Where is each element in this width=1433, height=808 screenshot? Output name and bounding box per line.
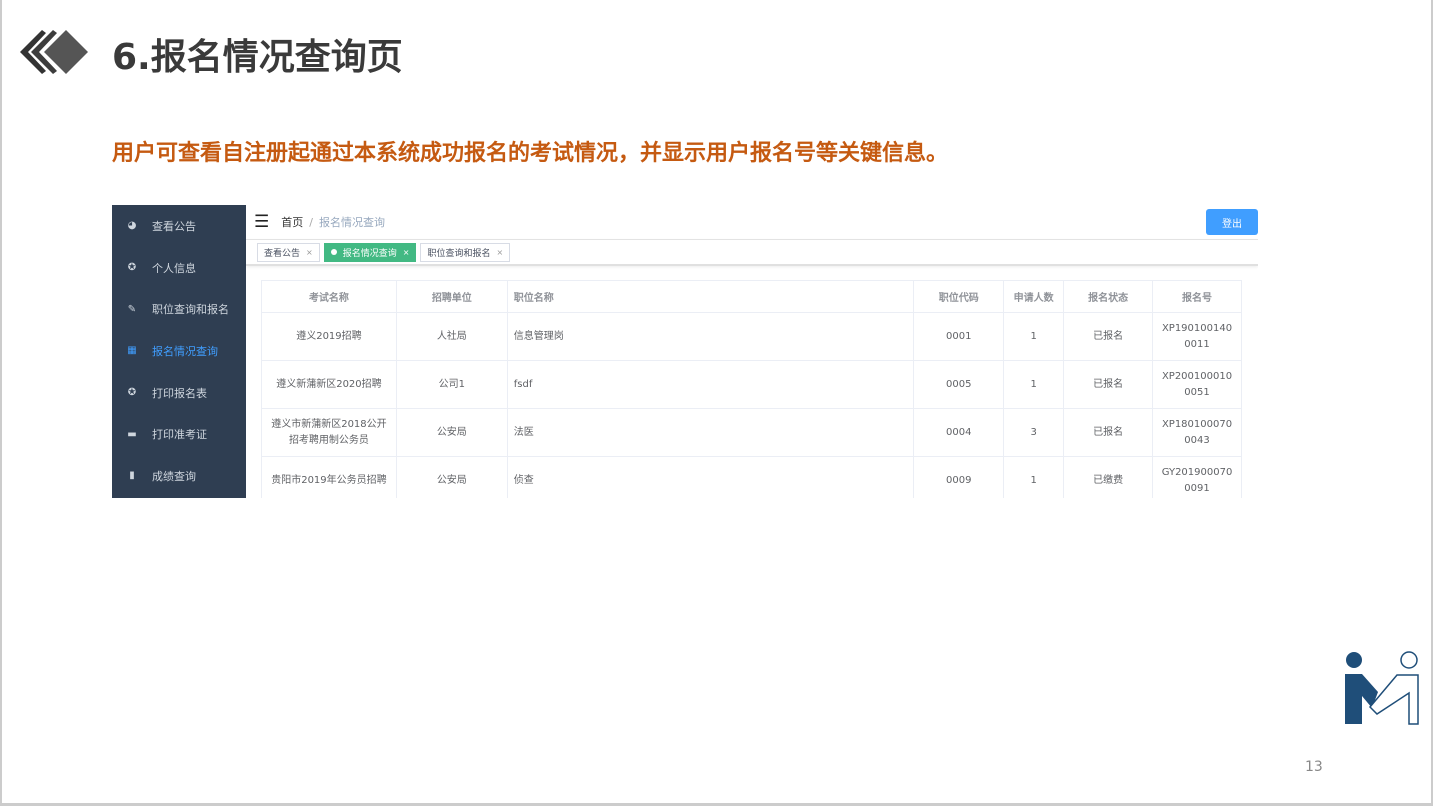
sidebar-item-label: 打印准考证 — [152, 428, 207, 442]
column-header: 职位代码 — [913, 280, 1005, 313]
tab-job-search[interactable]: 职位查询和报名 × — [420, 242, 511, 262]
table-row: 贵阳市2019年公务员招聘 公安局 侦查 0009 1 已缴费 GY201900070009… — [261, 456, 1242, 498]
table-cell: 1 — [1003, 456, 1065, 498]
lifebuoy-icon: ✪ — [127, 262, 137, 274]
breadcrumb-home[interactable]: 首页 — [281, 214, 303, 230]
table-cell: 遵义2019招聘 — [261, 312, 397, 361]
table-cell: 公司1 — [395, 360, 508, 409]
dashboard-icon: ◕ — [127, 220, 137, 232]
table-cell: 0001 — [913, 312, 1005, 361]
grid-icon: ▦ — [127, 345, 137, 357]
slide: 6.报名情况查询页 用户可查看自注册起通过本系统成功报名的考试情况，并显示用户报… — [0, 0, 1433, 806]
table-cell: 0009 — [913, 456, 1005, 498]
table-cell: 遵义新蒲新区2020招聘 — [261, 360, 397, 409]
topbar: ☰ 首页 / 报名情况查询 登出 — [246, 205, 1258, 240]
sidebar-item-announcements[interactable]: ◕ 查看公告 — [112, 205, 246, 247]
tab-label: 报名情况查询 — [342, 248, 397, 259]
sidebar: ◕ 查看公告 ✪ 个人信息 ✎ 职位查询和报名 ▦ 报名情况查询 ✪ 打印报名表 ▬ 打印准… — [112, 205, 246, 498]
registration-table: 考试名称 招聘单位 职位名称 职位代码 申请人数 报名状态 报名号 遵义2019… — [261, 280, 1242, 498]
sidebar-item-print-ticket[interactable]: ▬ 打印准考证 — [112, 413, 246, 455]
sidebar-item-label: 职位查询和报名 — [152, 303, 229, 317]
close-icon[interactable]: × — [403, 248, 410, 257]
sidebar-item-label: 个人信息 — [152, 261, 196, 275]
table-cell: 已报名 — [1063, 360, 1154, 409]
breadcrumb-current: 报名情况查询 — [318, 216, 385, 229]
sidebar-item-label: 成绩查询 — [152, 469, 196, 483]
table-cell: XP1901001400011 — [1152, 312, 1242, 361]
table-cell: 已报名 — [1063, 408, 1154, 457]
table-cell: 1 — [1003, 360, 1065, 409]
close-icon[interactable]: × — [306, 248, 313, 257]
tab-label: 职位查询和报名 — [427, 248, 491, 259]
table-cell: 0005 — [913, 360, 1005, 409]
book-icon: ▮ — [129, 470, 135, 482]
table-cell: 1 — [1003, 312, 1065, 361]
table-cell: 公安局 — [395, 408, 508, 457]
table-cell: 人社局 — [395, 312, 508, 361]
close-icon[interactable]: × — [496, 248, 503, 257]
table-cell: XP1801000700043 — [1152, 408, 1242, 457]
column-header: 报名号 — [1152, 280, 1242, 313]
tab-registration-status[interactable]: 报名情况查询 × — [323, 242, 417, 262]
slide-title: 6.报名情况查询页 — [112, 37, 403, 78]
sidebar-item-label: 报名情况查询 — [152, 344, 218, 358]
app-screenshot: ◕ 查看公告 ✪ 个人信息 ✎ 职位查询和报名 ▦ 报名情况查询 ✪ 打印报名表 ▬ 打印准… — [112, 205, 1258, 498]
edit-icon: ✎ — [127, 303, 137, 315]
chevron-diamond-logo-icon — [20, 30, 88, 74]
table-header-row: 考试名称 招聘单位 职位名称 职位代码 申请人数 报名状态 报名号 — [261, 280, 1242, 313]
table-cell: 法医 — [506, 408, 915, 457]
breadcrumb-separator: / — [309, 215, 313, 229]
table-cell: 遵义市新蒲新区2018公开招考聘用制公务员 — [261, 408, 397, 457]
tab-announcements[interactable]: 查看公告 × — [257, 242, 320, 262]
table-cell: GY2019000700091 — [1152, 456, 1242, 498]
column-header: 考试名称 — [261, 280, 397, 313]
table-cell: 0004 — [913, 408, 1005, 457]
sidebar-item-label: 查看公告 — [152, 219, 196, 233]
table-cell: 贵阳市2019年公务员招聘 — [261, 456, 397, 498]
brand-logo-icon — [1345, 651, 1419, 725]
logout-button[interactable]: 登出 — [1206, 209, 1258, 235]
table-cell: 已报名 — [1063, 312, 1154, 361]
page-number: 13 — [1305, 759, 1323, 775]
table-cell: 已缴费 — [1063, 456, 1154, 498]
card-icon: ▬ — [127, 428, 137, 440]
table-cell: 侦查 — [506, 456, 915, 498]
hamburger-menu-icon[interactable]: ☰ — [254, 212, 269, 232]
table-cell: 3 — [1003, 408, 1065, 457]
table-cell: 公安局 — [395, 456, 508, 498]
column-header: 招聘单位 — [395, 280, 508, 313]
sidebar-item-label: 打印报名表 — [152, 386, 207, 400]
sidebar-item-personal-info[interactable]: ✪ 个人信息 — [112, 247, 246, 289]
slide-subtitle: 用户可查看自注册起通过本系统成功报名的考试情况，并显示用户报名号等关键信息。 — [112, 141, 949, 166]
table-cell: 信息管理岗 — [506, 312, 915, 361]
table-row: 遵义新蒲新区2020招聘 公司1 fsdf 0005 1 已报名 XP20010001000… — [261, 360, 1242, 409]
sidebar-item-print-form[interactable]: ✪ 打印报名表 — [112, 372, 246, 414]
table-cell: fsdf — [506, 360, 915, 409]
column-header: 报名状态 — [1063, 280, 1154, 313]
table-row: 遵义2019招聘 人社局 信息管理岗 0001 1 已报名 XP1901001400011 — [261, 312, 1242, 361]
lifebuoy-icon: ✪ — [127, 387, 137, 399]
column-header: 职位名称 — [506, 280, 915, 313]
column-header: 申请人数 — [1003, 280, 1065, 313]
sidebar-item-job-search[interactable]: ✎ 职位查询和报名 — [112, 288, 246, 330]
table-cell: XP2001000100051 — [1152, 360, 1242, 409]
sidebar-item-scores[interactable]: ▮ 成绩查询 — [112, 455, 246, 497]
table-row: 遵义市新蒲新区2018公开招考聘用制公务员 公安局 法医 0004 3 已报名 XP1801… — [261, 408, 1242, 457]
active-dot-icon — [330, 249, 337, 255]
tab-label: 查看公告 — [264, 248, 301, 259]
tab-bar: 查看公告 × 报名情况查询 × 职位查询和报名 × — [246, 240, 1258, 266]
sidebar-item-registration-status[interactable]: ▦ 报名情况查询 — [112, 330, 246, 372]
